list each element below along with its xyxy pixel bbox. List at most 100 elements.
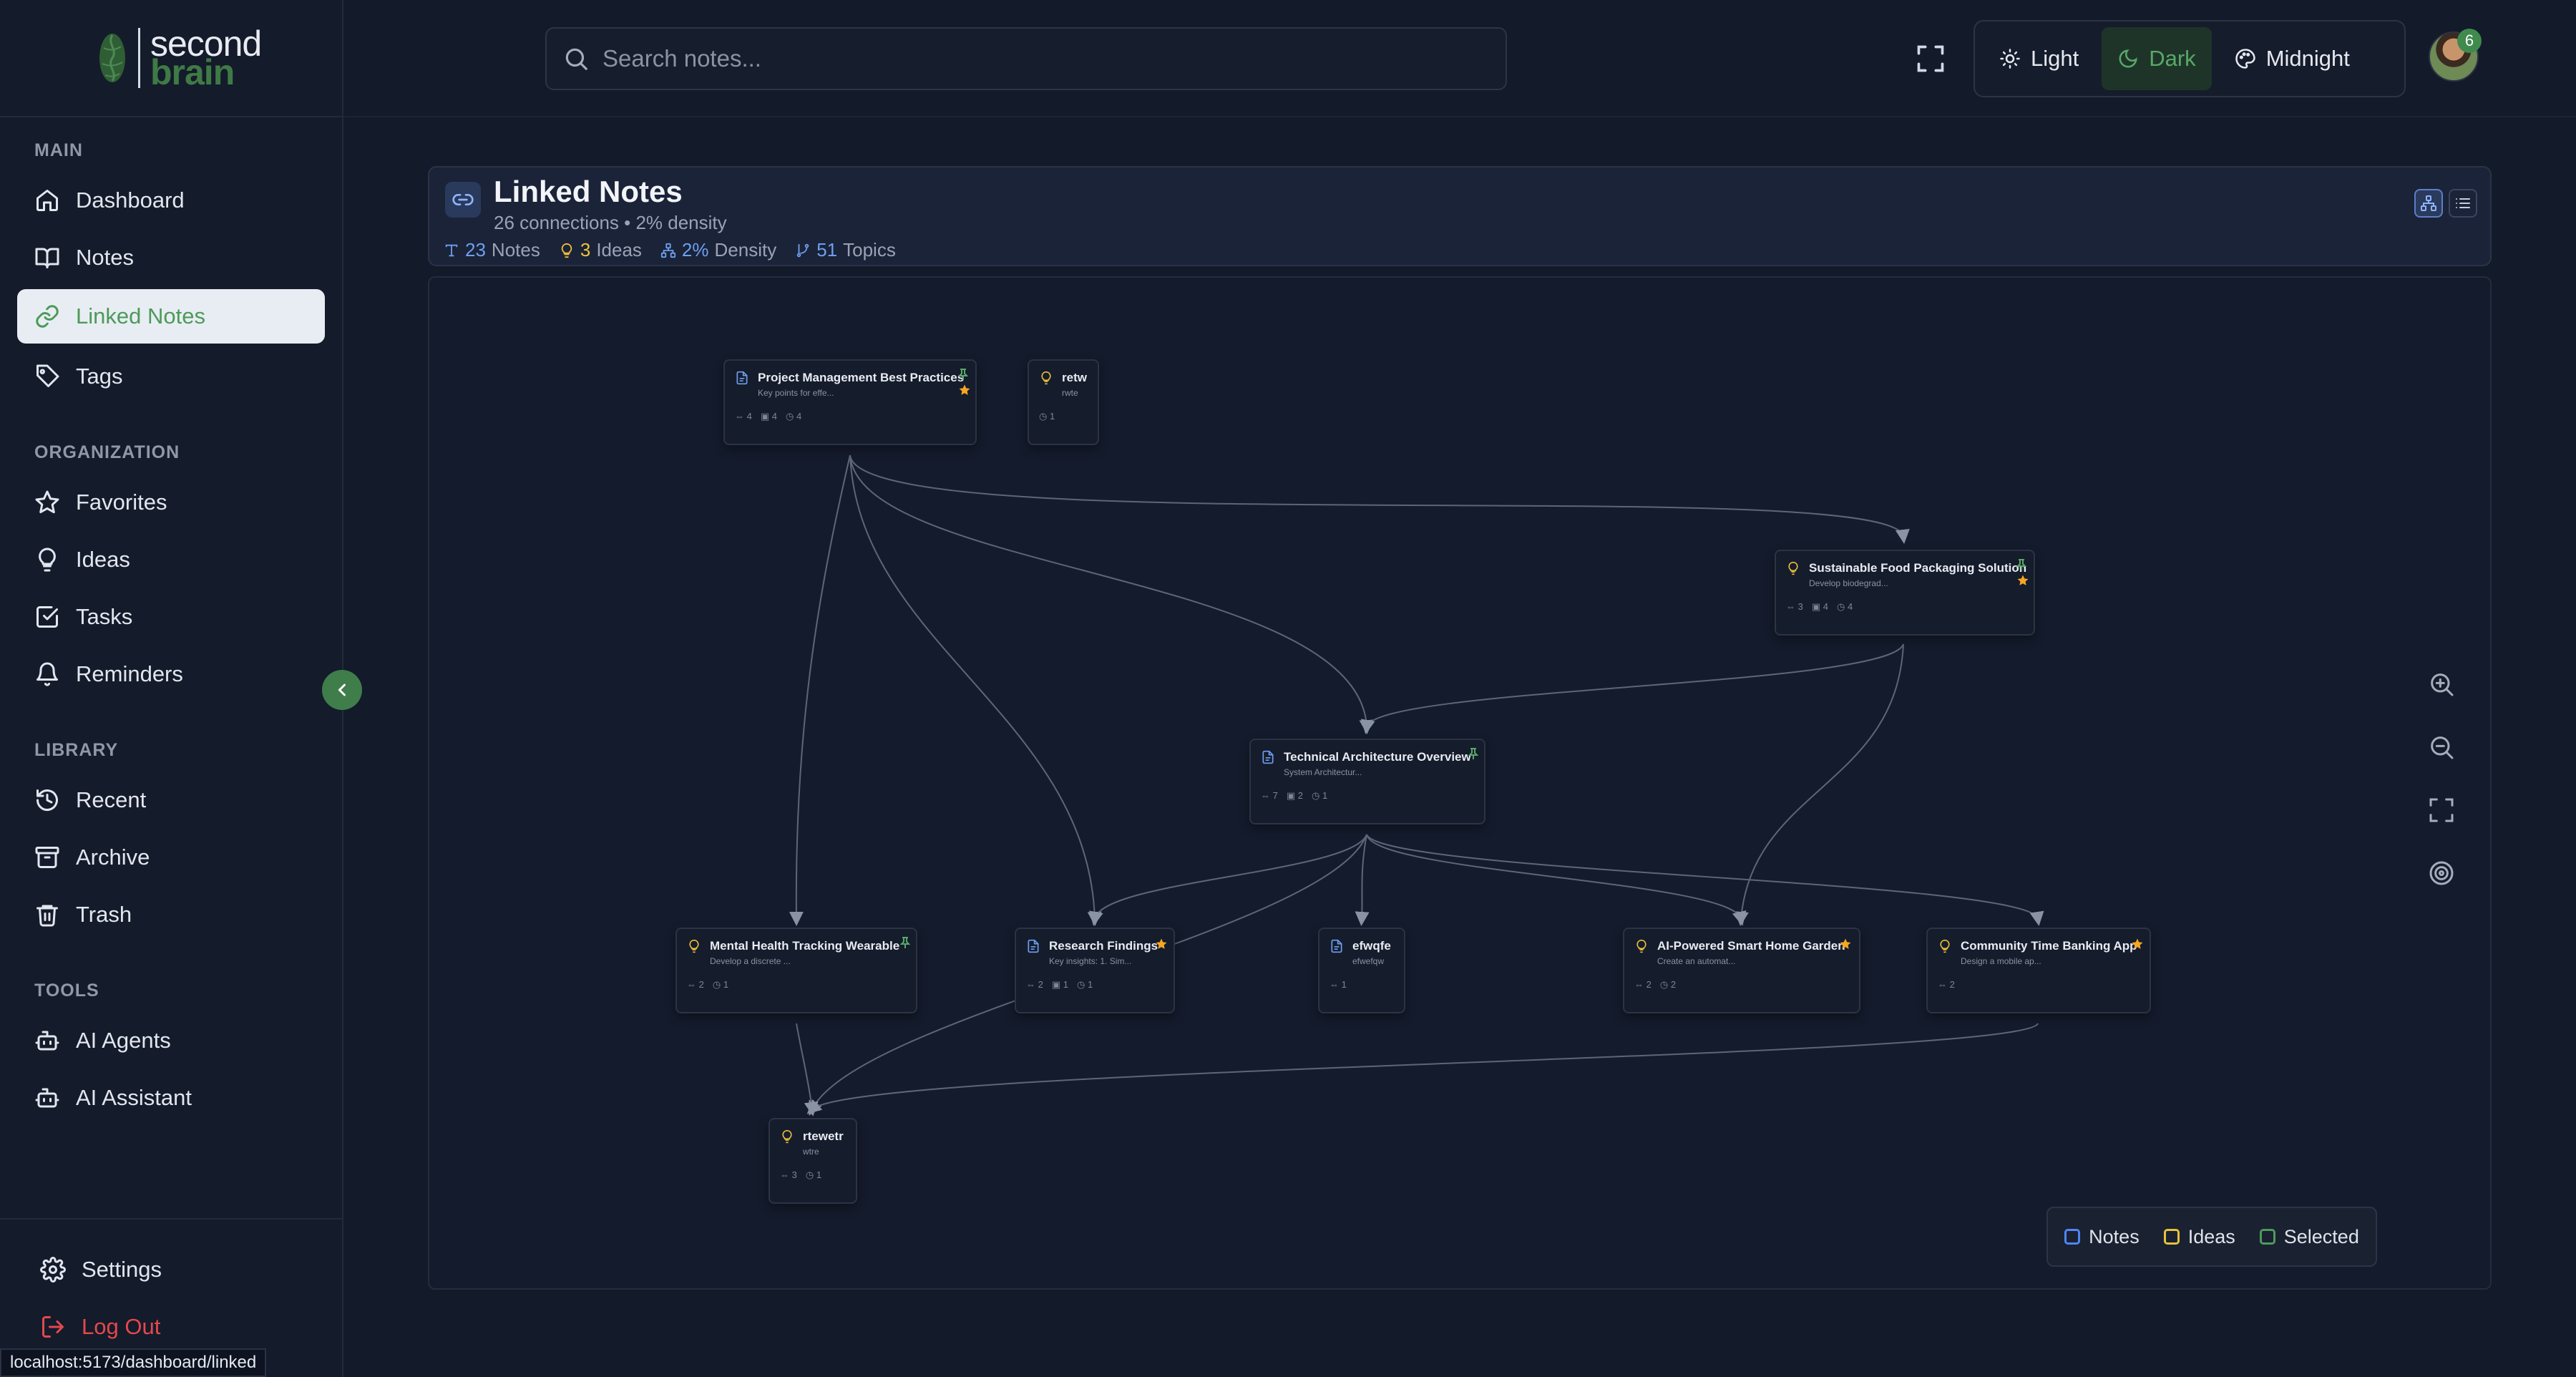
node-title: Sustainable Food Packaging Solution bbox=[1809, 561, 2027, 575]
sidebar-item-label: Recent bbox=[76, 787, 147, 812]
home-icon bbox=[36, 190, 58, 211]
theme-switcher: Light Dark Midnight bbox=[1974, 20, 2406, 97]
sidebar-item-ai-agents[interactable]: AI Agents bbox=[17, 1013, 325, 1068]
document-icon bbox=[1331, 939, 1342, 953]
sidebar-item-ideas[interactable]: Ideas bbox=[17, 532, 325, 587]
fit-view-icon[interactable] bbox=[2427, 796, 2456, 824]
node-excerpt: rwte bbox=[1062, 388, 1078, 398]
list-view-button[interactable] bbox=[2449, 189, 2477, 218]
graph-node-idea[interactable]: rtewetr wtre ⇔ 3 ◷ 1 bbox=[769, 1118, 857, 1204]
pin-icon bbox=[1468, 748, 1478, 759]
legend-label: Notes bbox=[2089, 1225, 2140, 1247]
graph-node-note[interactable]: Project Management Best Practices Key po… bbox=[723, 359, 977, 445]
graph-node-idea[interactable]: AI-Powered Smart Home Garden Create an a… bbox=[1623, 928, 1860, 1013]
sidebar-item-tasks[interactable]: Tasks bbox=[17, 590, 325, 644]
settings-label: Settings bbox=[82, 1257, 162, 1282]
document-icon bbox=[736, 371, 748, 385]
stat-value: 51 bbox=[816, 239, 838, 261]
graph-node-note[interactable]: efwqfe efwefqw ⇔ 1 bbox=[1318, 928, 1405, 1013]
graph-node-idea[interactable]: Sustainable Food Packaging Solution Deve… bbox=[1775, 550, 2035, 636]
star-icon bbox=[2132, 938, 2143, 949]
header-link-badge bbox=[445, 182, 481, 218]
node-excerpt: Develop biodegrad... bbox=[1809, 578, 1888, 588]
header-stats: 23 Notes 3 Ideas 2% Density 51 Topics bbox=[444, 239, 896, 261]
sidebar-item-dashboard[interactable]: Dashboard bbox=[17, 173, 325, 228]
sidebar-item-reminders[interactable]: Reminders bbox=[17, 647, 325, 701]
node-views-count: ◷ 4 bbox=[786, 411, 802, 422]
sidebar-item-trash[interactable]: Trash bbox=[17, 887, 325, 942]
graph-view-button[interactable] bbox=[2414, 189, 2443, 218]
node-stats: ⇔ 2 bbox=[1938, 979, 1955, 990]
sidebar-item-favorites[interactable]: Favorites bbox=[17, 475, 325, 530]
star-icon bbox=[2017, 575, 2029, 585]
graph-node-idea[interactable]: Community Time Banking App Design a mobi… bbox=[1926, 928, 2151, 1013]
node-links-count: ⇔ 7 bbox=[1261, 790, 1278, 801]
git-branch-icon bbox=[796, 243, 809, 257]
settings-button[interactable]: Settings bbox=[23, 1242, 331, 1297]
pin-icon bbox=[2016, 559, 2026, 570]
list-icon bbox=[2456, 198, 2470, 208]
theme-dark-button[interactable]: Dark bbox=[2102, 27, 2212, 90]
sidebar-item-label: Ideas bbox=[76, 547, 130, 572]
node-views-count: ◷ 1 bbox=[712, 979, 729, 990]
stat-label: Topics bbox=[843, 239, 896, 261]
sidebar-item-archive[interactable]: Archive bbox=[17, 830, 325, 885]
search-icon bbox=[565, 48, 587, 70]
search-bar[interactable] bbox=[545, 27, 1507, 90]
node-links-count: ⇔ 1 bbox=[1330, 979, 1347, 990]
star-icon bbox=[959, 384, 970, 395]
graph-node-note[interactable]: Research Findings Key insights: 1. Sim..… bbox=[1015, 928, 1175, 1013]
stat-label: Density bbox=[714, 239, 777, 261]
target-icon[interactable] bbox=[2427, 859, 2456, 887]
archive-icon bbox=[35, 847, 59, 868]
gear-icon bbox=[40, 1257, 66, 1283]
stat-ideas: 3 Ideas bbox=[559, 239, 642, 261]
node-title: rtewetr bbox=[803, 1129, 844, 1143]
node-title: Community Time Banking App bbox=[1961, 939, 2137, 953]
node-excerpt: Design a mobile ap... bbox=[1961, 956, 2041, 966]
text-icon bbox=[445, 244, 458, 256]
lightbulb-icon bbox=[689, 939, 699, 953]
sidebar-item-notes[interactable]: Notes bbox=[17, 230, 325, 285]
stat-density: 2% Density bbox=[660, 239, 776, 261]
checkbox-icon bbox=[36, 606, 58, 628]
sidebar-item-label: Reminders bbox=[76, 661, 183, 686]
fullscreen-icon[interactable] bbox=[1915, 43, 1946, 74]
history-icon bbox=[36, 789, 58, 812]
node-links-count: ⇔ 4 bbox=[735, 411, 752, 422]
sidebar-item-ai-assistant[interactable]: AI Assistant bbox=[17, 1071, 325, 1125]
sidebar-item-linked-notes[interactable]: Linked Notes bbox=[17, 289, 325, 344]
sidebar-item-recent[interactable]: Recent bbox=[17, 773, 325, 827]
node-views-count: ◷ 1 bbox=[1312, 790, 1328, 801]
lightbulb-icon bbox=[782, 1129, 792, 1144]
sidebar-item-tags[interactable]: Tags bbox=[17, 349, 325, 404]
legend-swatch bbox=[2259, 1229, 2275, 1245]
zoom-in-icon[interactable] bbox=[2427, 670, 2456, 699]
node-links-count: ⇔ 2 bbox=[1026, 979, 1043, 990]
network-icon bbox=[2421, 195, 2436, 211]
graph-node-idea[interactable]: Mental Health Tracking Wearable Develop … bbox=[675, 928, 917, 1013]
sidebar-item-label: Favorites bbox=[76, 490, 167, 515]
search-input[interactable] bbox=[602, 45, 1461, 72]
theme-midnight-button[interactable]: Midnight bbox=[2219, 27, 2366, 90]
logout-button[interactable]: Log Out bbox=[23, 1300, 331, 1354]
theme-light-button[interactable]: Light bbox=[1984, 27, 2094, 90]
section-organization: ORGANIZATION bbox=[34, 442, 180, 462]
sidebar-item-label: Dashboard bbox=[76, 188, 185, 213]
stat-topics: 51 Topics bbox=[795, 239, 896, 261]
graph-node-note[interactable]: Technical Architecture Overview System A… bbox=[1249, 739, 1485, 824]
node-stats: ◷ 1 bbox=[1039, 411, 1055, 422]
node-tags-count: ▣ 2 bbox=[1286, 790, 1303, 801]
book-icon bbox=[35, 248, 59, 268]
sidebar-item-label: Linked Notes bbox=[76, 303, 205, 329]
lightbulb-icon bbox=[561, 243, 572, 258]
chevron-left-icon bbox=[338, 683, 346, 696]
pin-icon bbox=[900, 937, 910, 948]
zoom-out-icon[interactable] bbox=[2427, 733, 2456, 762]
graph-node-idea[interactable]: retw rwte ◷ 1 bbox=[1028, 359, 1099, 445]
node-stats: ⇔ 2 ◷ 2 bbox=[1634, 979, 1676, 991]
collapse-sidebar-button[interactable] bbox=[322, 670, 362, 710]
section-main: MAIN bbox=[34, 140, 83, 160]
stat-value: 3 bbox=[580, 239, 591, 261]
app-logo[interactable]: second brain bbox=[97, 26, 262, 90]
